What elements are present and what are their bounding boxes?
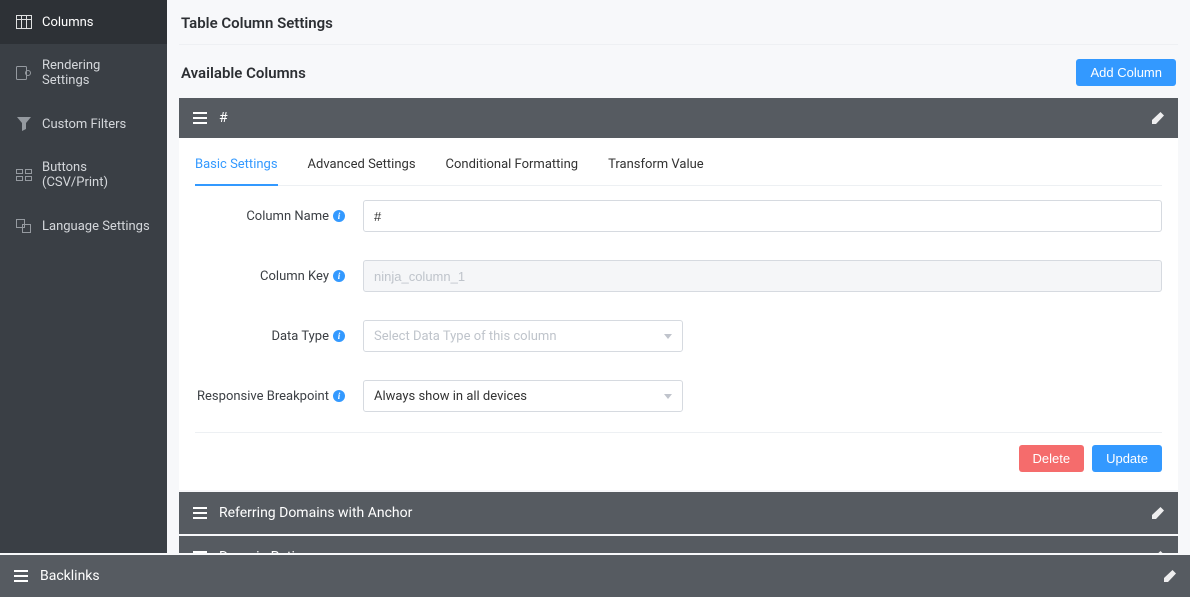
filter-icon — [16, 116, 32, 132]
update-button[interactable]: Update — [1092, 445, 1162, 472]
page-title: Table Column Settings — [179, 0, 1178, 45]
row-data-type: Data Type i Select Data Type of this col… — [195, 306, 1162, 366]
section-title: Available Columns — [181, 64, 306, 82]
row-column-key: Column Key i — [195, 246, 1162, 306]
select-placeholder: Select Data Type of this column — [374, 329, 557, 344]
column-row-referring[interactable]: Referring Domains with Anchor — [179, 492, 1178, 534]
row-responsive: Responsive Breakpoint i Always show in a… — [195, 366, 1162, 426]
column-label: Referring Domains with Anchor — [219, 505, 412, 521]
column-row-backlinks[interactable]: Backlinks — [0, 555, 1190, 597]
label-responsive: Responsive Breakpoint — [197, 389, 329, 404]
main-content: Table Column Settings Available Columns … — [167, 0, 1190, 553]
column-label: Backlinks — [40, 568, 100, 584]
responsive-select[interactable]: Always show in all devices — [363, 380, 683, 412]
edit-icon[interactable] — [1164, 570, 1176, 582]
column-title: # — [219, 110, 228, 126]
sidebar-item-columns[interactable]: Columns — [0, 0, 167, 44]
column-key-input — [363, 260, 1162, 292]
add-column-button[interactable]: Add Column — [1076, 59, 1176, 86]
select-value: Always show in all devices — [374, 389, 527, 404]
label-column-key: Column Key — [260, 269, 329, 284]
delete-button[interactable]: Delete — [1019, 445, 1085, 472]
sidebar-item-buttons[interactable]: Buttons (CSV/Print) — [0, 146, 167, 204]
sidebar-item-label: Columns — [42, 15, 94, 30]
sidebar-item-label: Language Settings — [42, 219, 150, 234]
info-icon[interactable]: i — [333, 270, 345, 282]
tabs: Basic Settings Advanced Settings Conditi… — [195, 138, 1162, 186]
drag-handle-icon[interactable] — [193, 507, 207, 519]
info-icon[interactable]: i — [333, 210, 345, 222]
buttons-icon — [16, 167, 32, 183]
chevron-down-icon — [664, 334, 672, 339]
tab-conditional-formatting[interactable]: Conditional Formatting — [446, 157, 579, 186]
columns-icon — [16, 14, 32, 30]
drag-handle-icon[interactable] — [14, 570, 28, 582]
column-name-input[interactable] — [363, 200, 1162, 232]
info-icon[interactable]: i — [333, 330, 345, 342]
edit-icon[interactable] — [1152, 507, 1164, 519]
sidebar-item-label: Rendering Settings — [42, 58, 151, 88]
info-icon[interactable]: i — [333, 390, 345, 402]
label-column-name: Column Name — [246, 209, 329, 224]
language-icon — [16, 218, 32, 234]
sidebar-item-rendering[interactable]: Rendering Settings — [0, 44, 167, 102]
tab-advanced-settings[interactable]: Advanced Settings — [308, 157, 416, 186]
data-type-select[interactable]: Select Data Type of this column — [363, 320, 683, 352]
footer-actions: Delete Update — [195, 433, 1162, 490]
column-label: Domain Rating — [219, 549, 311, 553]
drag-handle-icon[interactable] — [193, 112, 207, 124]
tab-basic-settings[interactable]: Basic Settings — [195, 157, 278, 186]
sidebar-item-label: Custom Filters — [42, 117, 126, 132]
sidebar: Columns Rendering Settings Custom Filter… — [0, 0, 167, 553]
rendering-icon — [16, 65, 32, 81]
sidebar-item-language[interactable]: Language Settings — [0, 204, 167, 248]
sidebar-item-label: Buttons (CSV/Print) — [42, 160, 151, 190]
column-editor-card: Basic Settings Advanced Settings Conditi… — [179, 138, 1178, 490]
column-row-domain-rating[interactable]: Domain Rating — [179, 536, 1178, 553]
edit-icon[interactable] — [1152, 112, 1164, 124]
section-header: Available Columns Add Column — [179, 45, 1178, 96]
sidebar-item-filters[interactable]: Custom Filters — [0, 102, 167, 146]
tab-transform-value[interactable]: Transform Value — [608, 157, 704, 186]
expanded-column-header[interactable]: # — [179, 98, 1178, 138]
chevron-down-icon — [664, 394, 672, 399]
label-data-type: Data Type — [271, 329, 329, 344]
row-column-name: Column Name i — [195, 186, 1162, 246]
